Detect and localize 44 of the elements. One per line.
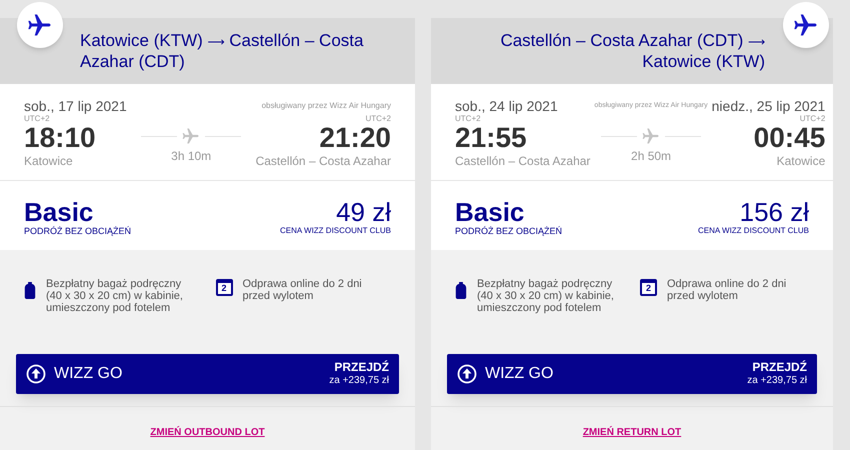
upload-icon bbox=[26, 364, 46, 384]
timezone: UTC+2 bbox=[800, 114, 826, 123]
backpack-icon bbox=[455, 282, 467, 299]
feature-text: Odprawa online do 2 dni przed wylotem bbox=[667, 278, 788, 304]
duration: 3h 10m bbox=[171, 148, 212, 165]
price-note: CENA WIZZ DISCOUNT CLUB bbox=[280, 225, 391, 237]
departure-city: Katowice bbox=[24, 153, 74, 169]
change-flight-link[interactable]: ZMIEŃ OUTBOUND LOT bbox=[150, 425, 265, 440]
feature-text: Bezpłatny bagaż podręczny (40 x 30 x 20 cm) w kabinie, umieszczony pod fotelem bbox=[477, 278, 615, 316]
fare-price: 156 zł bbox=[740, 199, 809, 225]
upgrade-button[interactable]: WIZZ GO PRZEJDŹ za +239,75 zł bbox=[447, 354, 817, 394]
departure-time: 18:10 bbox=[24, 123, 97, 153]
upgrade-button[interactable]: WIZZ GO PRZEJDŹ za +239,75 zł bbox=[16, 354, 399, 394]
route-title: Katowice (KTW) ⟶ Castellón – Costa Azahar (CDT) bbox=[80, 30, 364, 72]
price-note: CENA WIZZ DISCOUNT CLUB bbox=[698, 225, 809, 237]
timezone: UTC+2 bbox=[365, 114, 391, 123]
change-flight-link[interactable]: ZMIEŃ RETURN LOT bbox=[582, 425, 682, 440]
feature-text: Odprawa online do 2 dni przed wylotem bbox=[242, 278, 363, 304]
timezone: UTC+2 bbox=[455, 114, 482, 123]
route-title: Castellón – Costa Azahar (CDT) ⟶ Katowice (KTW) bbox=[499, 30, 765, 72]
fare-subtitle: PODRÓŻ BEZ OBCIĄŻEŃ bbox=[24, 225, 132, 237]
departure-date: sob., 24 lip 2021 bbox=[455, 98, 559, 114]
arrival-city: Castellón – Costa Azahar bbox=[256, 153, 391, 169]
departure-time: 21:55 bbox=[455, 123, 528, 153]
arrival-time: 21:20 bbox=[319, 123, 391, 153]
plane-icon bbox=[181, 126, 202, 146]
calendar-icon: 2 bbox=[640, 279, 657, 296]
arrival-date: niedz., 25 lip 2021 bbox=[712, 98, 826, 114]
feature-text: Bezpłatny bagaż podręczny (40 x 30 x 20 cm) w kabinie, umieszczony pod fotelem bbox=[46, 278, 184, 316]
departure-city: Castellón – Costa Azahar bbox=[455, 153, 590, 169]
fare-price: 49 zł bbox=[336, 199, 391, 225]
timezone: UTC+2 bbox=[24, 114, 51, 123]
plane-icon bbox=[641, 126, 662, 146]
fare-name: Basic bbox=[455, 199, 524, 225]
backpack-icon bbox=[24, 282, 36, 299]
upload-icon bbox=[457, 364, 477, 384]
calendar-icon: 2 bbox=[216, 279, 232, 296]
fare-name: Basic bbox=[24, 199, 94, 225]
duration: 2h 50m bbox=[631, 148, 672, 165]
operator-text: obsługiwany przez Wizz Air Hungary bbox=[262, 100, 391, 112]
fare-subtitle: PODRÓŻ BEZ OBCIĄŻEŃ bbox=[455, 225, 562, 237]
arrival-time: 00:45 bbox=[754, 123, 826, 153]
arrival-city: Katowice bbox=[776, 153, 826, 169]
departure-date: sob., 17 lip 2021 bbox=[24, 98, 127, 114]
